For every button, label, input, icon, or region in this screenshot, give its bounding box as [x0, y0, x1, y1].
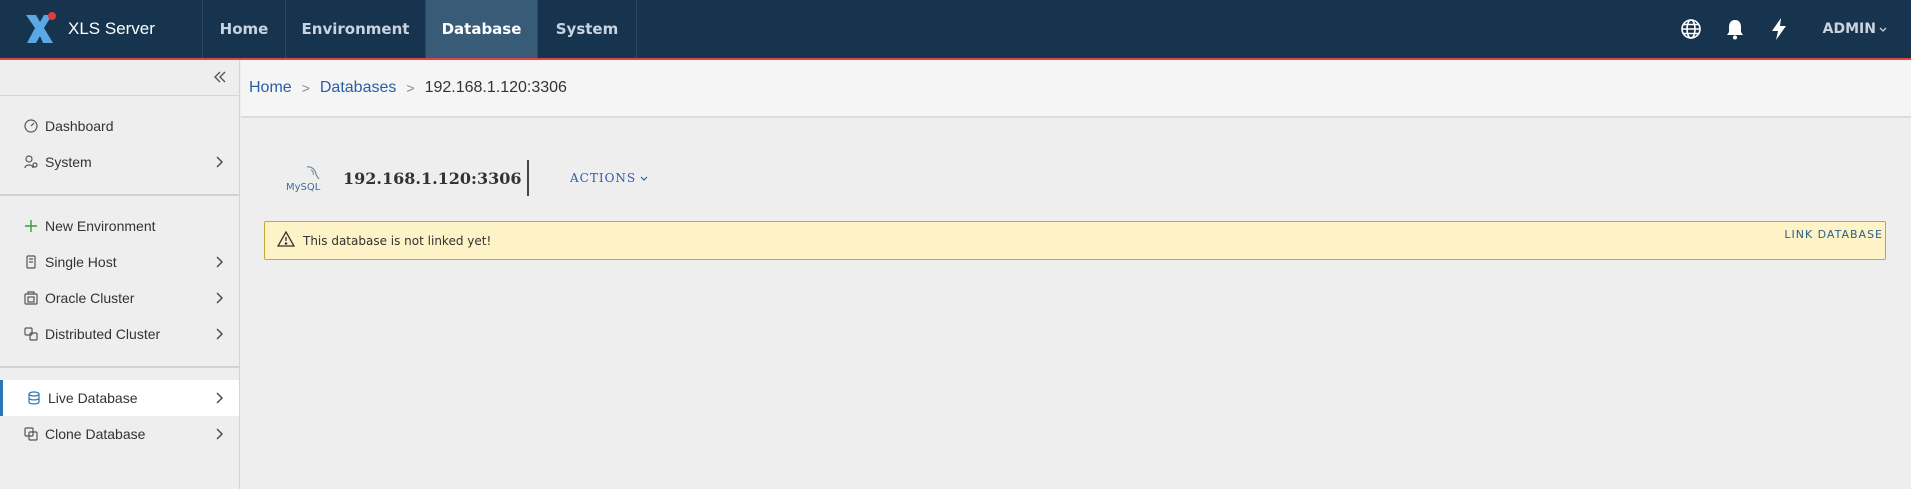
chevron-right-icon	[215, 427, 223, 443]
breadcrumb-separator: >	[406, 80, 415, 96]
host-icon	[24, 255, 38, 269]
app-title: XLS Server	[68, 19, 155, 38]
breadcrumb-current: 192.168.1.120:3306	[424, 79, 567, 96]
tab-environment[interactable]: Environment	[286, 0, 426, 58]
sidebar-group-general: Dashboard System	[0, 96, 239, 196]
sidebar-item-distributed-cluster[interactable]: Distributed Cluster	[0, 316, 239, 352]
header-divider	[527, 160, 529, 196]
chevron-right-icon	[215, 155, 223, 171]
cluster-icon	[24, 291, 38, 305]
sidebar-item-label: New Environment	[45, 218, 156, 234]
sidebar-item-new-environment[interactable]: New Environment	[0, 208, 239, 244]
user-menu[interactable]: ADMIN	[1823, 21, 1887, 37]
chevron-down-icon	[640, 171, 648, 185]
warning-icon	[276, 230, 296, 251]
sidebar-collapse-row	[0, 60, 239, 96]
sidebar-group-environment: New Environment Single Host Oracle Clust…	[0, 196, 239, 368]
logo-icon	[22, 11, 58, 47]
sidebar-item-oracle-cluster[interactable]: Oracle Cluster	[0, 280, 239, 316]
brand[interactable]: XLS Server	[0, 0, 203, 58]
link-database-button[interactable]: LINK DATABASE	[1784, 228, 1883, 241]
tab-system[interactable]: System	[538, 0, 637, 58]
distributed-icon	[24, 327, 38, 341]
clone-icon	[24, 427, 38, 441]
system-icon	[24, 155, 38, 169]
alert-message: This database is not linked yet!	[303, 233, 492, 248]
sidebar-item-dashboard[interactable]: Dashboard	[0, 108, 239, 144]
sidebar-item-label: Oracle Cluster	[45, 290, 135, 306]
mysql-logo-icon: MySQL	[285, 161, 323, 195]
chevron-right-icon	[215, 327, 223, 343]
breadcrumb: Home > Databases > 192.168.1.120:3306	[241, 60, 1911, 118]
database-header: MySQL 192.168.1.120:3306	[285, 160, 521, 196]
sidebar-item-label: Dashboard	[45, 118, 114, 134]
globe-icon[interactable]	[1669, 0, 1713, 59]
sidebar-item-single-host[interactable]: Single Host	[0, 244, 239, 280]
tab-home[interactable]: Home	[203, 0, 286, 58]
tab-database-label: Database	[441, 20, 522, 38]
sidebar-item-live-database[interactable]: Live Database	[0, 380, 239, 416]
chevron-right-icon	[215, 291, 223, 307]
sidebar-group-database: Live Database Clone Database	[0, 368, 239, 466]
sidebar-item-system[interactable]: System	[0, 144, 239, 180]
warning-alert: This database is not linked yet! LINK DA…	[264, 221, 1886, 260]
sidebar-item-label: Distributed Cluster	[45, 326, 161, 342]
chevron-right-icon	[215, 255, 223, 271]
breadcrumb-separator: >	[301, 80, 310, 96]
main-nav: Home Environment Database System	[203, 0, 637, 58]
top-navbar: XLS Server Home Environment Database Sys…	[0, 0, 1911, 60]
database-title: 192.168.1.120:3306	[343, 168, 522, 188]
svg-text:MySQL: MySQL	[286, 182, 321, 193]
user-name: ADMIN	[1822, 21, 1876, 37]
lightning-icon[interactable]	[1757, 0, 1801, 59]
tab-home-label: Home	[219, 20, 269, 38]
bell-icon[interactable]	[1713, 0, 1757, 59]
tab-environment-label: Environment	[301, 20, 410, 38]
breadcrumb-home[interactable]: Home	[249, 79, 292, 97]
top-right-tools: ADMIN	[1669, 0, 1911, 58]
plus-icon	[24, 219, 38, 233]
tab-system-label: System	[555, 20, 619, 38]
tab-database[interactable]: Database	[426, 0, 538, 58]
sidebar-item-label: Live Database	[48, 390, 138, 406]
dashboard-icon	[24, 119, 38, 133]
sidebar-item-label: Clone Database	[45, 426, 146, 442]
sidebar-item-label: Single Host	[45, 254, 117, 270]
collapse-icon[interactable]	[213, 68, 227, 87]
sidebar-item-clone-database[interactable]: Clone Database	[0, 416, 239, 452]
sidebar: Dashboard System New Environment Single …	[0, 60, 240, 489]
breadcrumb-databases[interactable]: Databases	[320, 79, 397, 97]
chevron-down-icon	[1879, 21, 1887, 37]
sidebar-item-label: System	[45, 154, 92, 170]
actions-label: ACTIONS	[570, 171, 637, 185]
actions-menu-button[interactable]: ACTIONS	[570, 171, 648, 185]
chevron-right-icon	[215, 391, 223, 407]
database-icon	[27, 391, 41, 405]
